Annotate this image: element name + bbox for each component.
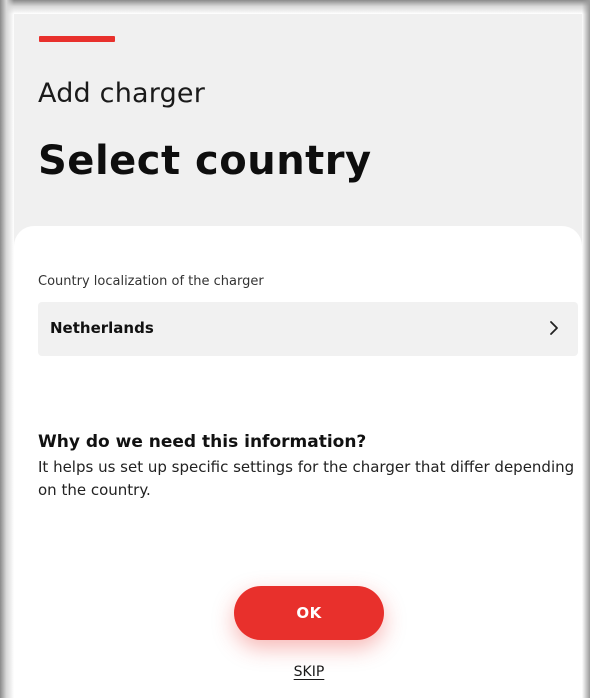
accent-bar	[39, 36, 115, 42]
frame-shadow-top	[0, 0, 590, 14]
screen: Add charger Select country Country local…	[14, 14, 582, 698]
info-body: It helps us set up specific settings for…	[38, 458, 575, 499]
content-card: Country localization of the charger Neth…	[14, 226, 582, 698]
ok-button[interactable]: OK	[234, 586, 384, 640]
country-select[interactable]: Netherlands	[38, 302, 578, 356]
chevron-right-icon	[544, 316, 564, 340]
frame-shadow-right	[582, 0, 590, 698]
page-subtitle: Add charger	[38, 78, 206, 109]
country-field-label: Country localization of the charger	[38, 274, 264, 289]
info-heading: Why do we need this information?	[38, 432, 367, 452]
app-frame: Add charger Select country Country local…	[0, 0, 590, 698]
frame-shadow-left	[0, 0, 14, 698]
skip-link[interactable]: SKIP	[274, 664, 344, 680]
page-title: Select country	[38, 138, 372, 184]
country-value: Netherlands	[50, 319, 154, 337]
